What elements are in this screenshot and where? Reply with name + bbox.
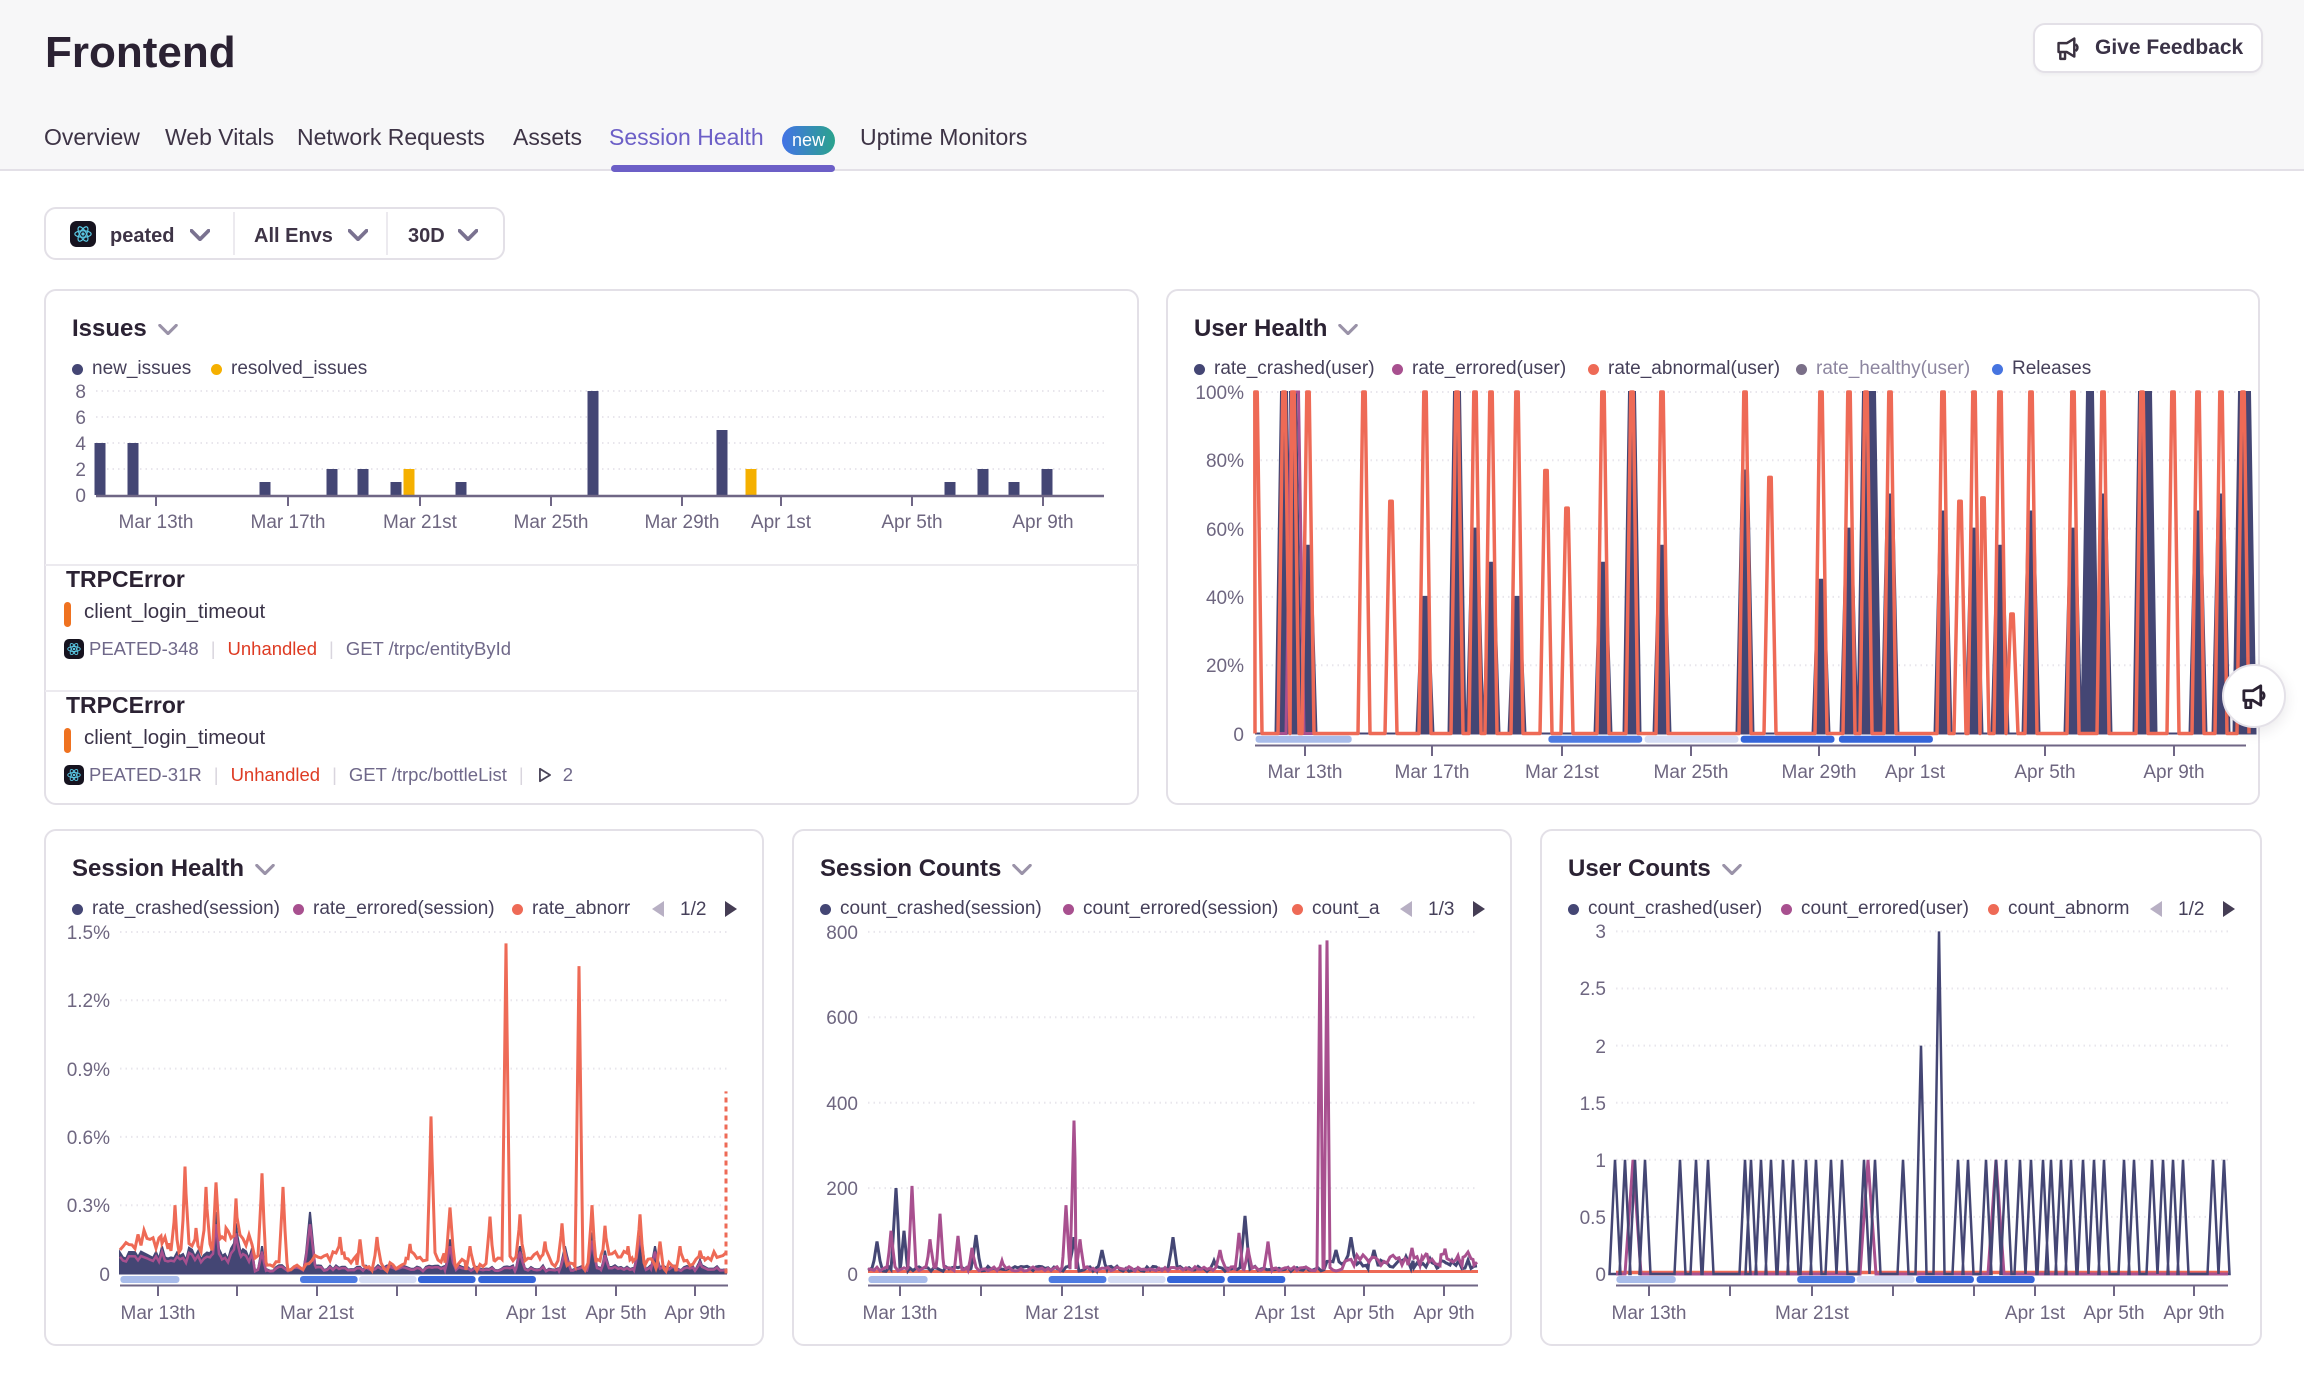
svg-text:Mar 25th: Mar 25th (1654, 762, 1729, 783)
svg-text:2: 2 (1595, 1037, 1606, 1058)
svg-text:Apr 1st: Apr 1st (1885, 762, 1946, 783)
svg-text:Apr 5th: Apr 5th (585, 1303, 646, 1324)
svg-text:400: 400 (826, 1094, 858, 1115)
svg-text:Apr 5th: Apr 5th (2083, 1303, 2144, 1324)
svg-text:0: 0 (99, 1265, 110, 1286)
svg-text:1.5: 1.5 (1580, 1094, 1606, 1115)
svg-text:20%: 20% (1206, 656, 1244, 677)
svg-text:0: 0 (1595, 1265, 1606, 1286)
svg-text:40%: 40% (1206, 588, 1244, 609)
svg-text:Apr 1st: Apr 1st (2005, 1303, 2066, 1324)
svg-text:800: 800 (826, 923, 858, 944)
svg-text:0: 0 (1233, 725, 1244, 746)
svg-text:Mar 21st: Mar 21st (1525, 762, 1600, 783)
svg-text:Apr 9th: Apr 9th (664, 1303, 725, 1324)
svg-text:6: 6 (75, 408, 86, 429)
svg-text:1.5%: 1.5% (67, 923, 110, 944)
svg-text:Apr 9th: Apr 9th (2163, 1303, 2224, 1324)
svg-text:Mar 29th: Mar 29th (1782, 762, 1857, 783)
svg-text:Mar 21st: Mar 21st (1025, 1303, 1100, 1324)
svg-text:3: 3 (1595, 922, 1606, 943)
svg-text:60%: 60% (1206, 520, 1244, 541)
svg-text:100%: 100% (1195, 383, 1244, 404)
svg-text:200: 200 (826, 1179, 858, 1200)
svg-text:Apr 1st: Apr 1st (1255, 1303, 1316, 1324)
svg-text:Mar 13th: Mar 13th (1268, 762, 1343, 783)
svg-text:0: 0 (847, 1265, 858, 1286)
svg-text:600: 600 (826, 1008, 858, 1029)
svg-text:Mar 13th: Mar 13th (863, 1303, 938, 1324)
svg-text:Apr 9th: Apr 9th (2143, 762, 2204, 783)
svg-text:Mar 13th: Mar 13th (1612, 1303, 1687, 1324)
svg-text:Mar 17th: Mar 17th (251, 512, 326, 533)
svg-text:Apr 9th: Apr 9th (1413, 1303, 1474, 1324)
svg-text:Mar 13th: Mar 13th (121, 1303, 196, 1324)
svg-text:Apr 5th: Apr 5th (1333, 1303, 1394, 1324)
svg-text:0.9%: 0.9% (67, 1060, 110, 1081)
svg-text:Apr 1st: Apr 1st (506, 1303, 567, 1324)
svg-text:2.5: 2.5 (1580, 979, 1606, 1000)
svg-text:Apr 5th: Apr 5th (2014, 762, 2075, 783)
svg-text:Mar 21st: Mar 21st (280, 1303, 355, 1324)
svg-text:Mar 21st: Mar 21st (1775, 1303, 1850, 1324)
svg-text:Mar 17th: Mar 17th (1395, 762, 1470, 783)
svg-text:0: 0 (75, 486, 86, 507)
svg-text:Apr 9th: Apr 9th (1012, 512, 1073, 533)
svg-text:2: 2 (75, 460, 86, 481)
svg-text:Apr 5th: Apr 5th (881, 512, 942, 533)
svg-text:0.3%: 0.3% (67, 1196, 110, 1217)
svg-text:Mar 25th: Mar 25th (514, 512, 589, 533)
svg-text:Apr 1st: Apr 1st (751, 512, 812, 533)
svg-text:0.6%: 0.6% (67, 1128, 110, 1149)
svg-text:Mar 29th: Mar 29th (645, 512, 720, 533)
svg-text:Mar 13th: Mar 13th (119, 512, 194, 533)
svg-text:1.2%: 1.2% (67, 991, 110, 1012)
svg-text:1: 1 (1595, 1151, 1606, 1172)
svg-text:4: 4 (75, 434, 86, 455)
svg-text:Mar 21st: Mar 21st (383, 512, 458, 533)
svg-text:8: 8 (75, 382, 86, 403)
svg-text:0.5: 0.5 (1580, 1208, 1606, 1229)
svg-text:80%: 80% (1206, 451, 1244, 472)
